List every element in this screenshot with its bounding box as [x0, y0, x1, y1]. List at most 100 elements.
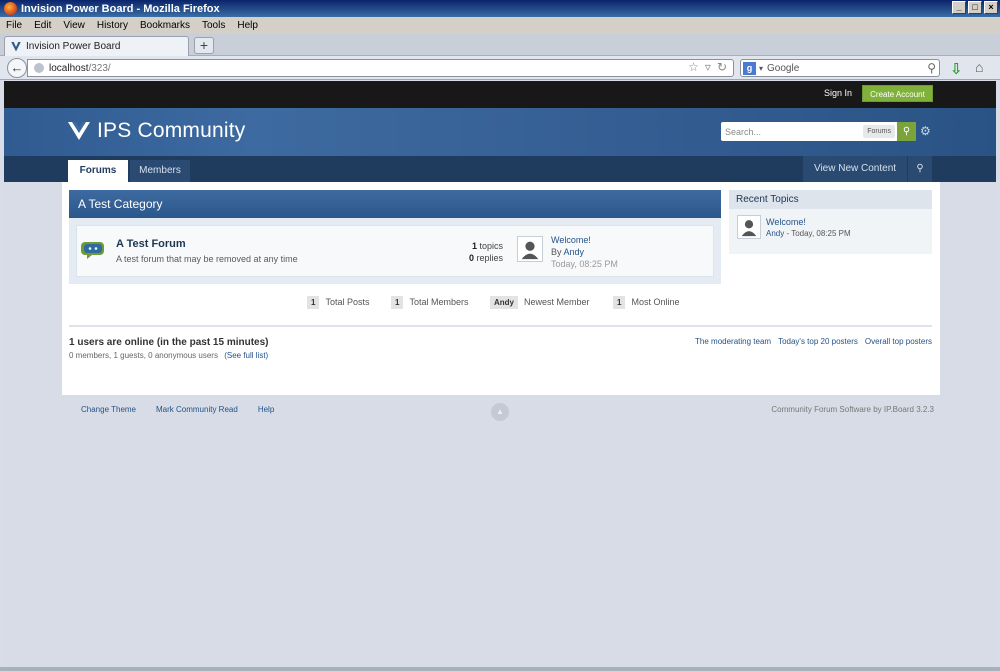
last-post-info: Welcome! By Andy Today, 08:25 PM	[551, 234, 618, 270]
back-button[interactable]: ←	[7, 58, 27, 78]
recent-topic-time: - Today, 08:25 PM	[784, 229, 851, 238]
forum-row: A Test Forum A test forum that may be re…	[76, 225, 714, 277]
recent-topic-avatar[interactable]	[737, 215, 761, 239]
last-post-by-prefix: By	[551, 247, 562, 257]
menu-tools[interactable]: Tools	[202, 20, 225, 31]
last-post-author[interactable]: Andy	[564, 247, 585, 257]
sign-in-link[interactable]: Sign In	[824, 88, 852, 98]
topics-count: 1	[471, 241, 477, 251]
main-content: A Test Category A Test Forum A test foru…	[62, 182, 940, 395]
board-stats: 1 Total Posts 1 Total Members Andy Newes…	[62, 295, 940, 313]
new-tab-button[interactable]: +	[194, 37, 214, 54]
window-titlebar: Invision Power Board - Mozilla Firefox _…	[0, 0, 1000, 17]
moderating-team-link[interactable]: The moderating team	[695, 337, 771, 346]
create-account-button[interactable]: Create Account	[862, 85, 933, 102]
menu-help[interactable]: Help	[237, 20, 258, 31]
magnifier-icon[interactable]: ⚲	[927, 61, 936, 75]
topics-label: topics	[479, 241, 503, 251]
last-poster-avatar[interactable]	[517, 236, 543, 262]
search-submit-icon[interactable]: ⚲	[897, 122, 916, 141]
stat-value[interactable]: Andy	[490, 295, 518, 309]
category-title[interactable]: A Test Category	[69, 190, 721, 218]
browser-tab[interactable]: Invision Power Board	[4, 36, 189, 56]
change-theme-link[interactable]: Change Theme	[81, 405, 136, 414]
forum-title[interactable]: A Test Forum	[116, 238, 186, 250]
url-bar-icons: ☆ ▿ ↻	[688, 60, 727, 74]
url-path: /323/	[88, 62, 111, 74]
maximize-button[interactable]: □	[968, 1, 982, 14]
window-bottom-border	[0, 667, 1000, 671]
recent-topic-author[interactable]: Andy	[766, 229, 784, 238]
stat-value: 1	[391, 295, 404, 309]
browser-tab-title: Invision Power Board	[26, 41, 121, 52]
search-scope-selector[interactable]: Forums	[863, 125, 895, 138]
last-post-time: Today, 08:25 PM	[551, 259, 618, 269]
menu-file[interactable]: File	[6, 20, 22, 31]
bookmark-star-icon[interactable]: ☆	[688, 60, 699, 74]
primary-nav: Forums Members View New Content ⚲	[4, 156, 996, 182]
forum-description: A test forum that may be removed at any …	[116, 254, 298, 264]
stat-value: 1	[613, 295, 626, 309]
menu-bar: File Edit View History Bookmarks Tools H…	[0, 17, 1000, 34]
online-links: The moderating team Today's top 20 poste…	[695, 337, 932, 346]
see-full-list-link[interactable]: (See full list)	[224, 351, 268, 360]
url-bar[interactable]: localhost/323/ ☆ ▿ ↻	[27, 59, 734, 77]
back-to-top-icon[interactable]: ▲	[491, 403, 509, 421]
site-identity-icon[interactable]	[34, 63, 44, 73]
firefox-icon	[4, 2, 17, 15]
online-users-title: 1 users are online (in the past 15 minut…	[69, 337, 269, 348]
home-icon[interactable]: ⌂	[975, 59, 983, 75]
user-bar: Sign In Create Account	[4, 81, 996, 108]
menu-view[interactable]: View	[63, 20, 85, 31]
stat-label: Most Online	[631, 297, 680, 307]
replies-label: replies	[476, 253, 503, 263]
help-link[interactable]: Help	[258, 405, 274, 414]
top-posters-today-link[interactable]: Today's top 20 posters	[778, 337, 858, 346]
browser-search-bar[interactable]: g ▾ Google ⚲	[740, 59, 940, 77]
view-new-content-link[interactable]: View New Content	[803, 156, 907, 182]
site-search-input[interactable]: Search...	[721, 127, 863, 137]
recent-topic-meta: Andy - Today, 08:25 PM	[766, 229, 851, 238]
copyright-text[interactable]: Community Forum Software by IP.Board 3.2…	[771, 405, 934, 414]
navigation-toolbar: ← localhost/323/ ☆ ▿ ↻ g ▾ Google ⚲ ⇩ ⌂	[0, 56, 1000, 80]
site-name[interactable]: IPS Community	[97, 119, 245, 143]
tab-members[interactable]: Members	[130, 160, 190, 182]
recent-topic-title[interactable]: Welcome!	[766, 217, 806, 227]
last-post-title[interactable]: Welcome!	[551, 234, 618, 246]
ips-logo-icon[interactable]	[68, 122, 90, 140]
download-icon[interactable]: ⇩	[950, 60, 963, 78]
mark-community-read-link[interactable]: Mark Community Read	[156, 405, 238, 414]
minimize-button[interactable]: _	[952, 1, 966, 14]
engine-dropdown-icon[interactable]: ▾	[759, 64, 763, 73]
overall-top-posters-link[interactable]: Overall top posters	[865, 337, 932, 346]
menu-history[interactable]: History	[97, 20, 128, 31]
stat-label: Total Posts	[325, 297, 370, 307]
site-search: Search... Forums ⚲	[721, 122, 916, 141]
tab-forums[interactable]: Forums	[68, 160, 128, 182]
url-history-dropdown-icon[interactable]: ▿	[705, 60, 711, 74]
close-button[interactable]: ×	[984, 1, 998, 14]
stat-label: Newest Member	[524, 297, 590, 307]
category-forums: A Test Forum A test forum that may be re…	[69, 218, 721, 284]
menu-edit[interactable]: Edit	[34, 20, 51, 31]
stat-total-posts: 1 Total Posts	[307, 295, 369, 309]
section-divider	[69, 325, 932, 327]
footer-links: Change Theme Mark Community Read Help	[81, 405, 274, 414]
recent-topics-list: Welcome! Andy - Today, 08:25 PM	[729, 209, 932, 254]
advanced-search-gear-icon[interactable]: ⚙	[920, 124, 931, 138]
google-engine-icon[interactable]: g	[743, 61, 756, 75]
stat-label: Total Members	[409, 297, 469, 307]
url-host: localhost	[49, 62, 89, 74]
window-title: Invision Power Board - Mozilla Firefox	[21, 2, 220, 15]
stat-total-members: 1 Total Members	[391, 295, 468, 309]
menu-bookmarks[interactable]: Bookmarks	[140, 20, 190, 31]
reload-icon[interactable]: ↻	[717, 60, 727, 74]
ipb-favicon-icon	[11, 41, 21, 52]
map-pin-icon[interactable]: ⚲	[908, 156, 932, 182]
stat-most-online: 1 Most Online	[613, 295, 679, 309]
tab-bar: Invision Power Board +	[0, 34, 1000, 56]
stat-value: 1	[307, 295, 320, 309]
forum-read-status-icon	[81, 242, 104, 259]
stat-newest-member: Andy Newest Member	[490, 295, 590, 309]
forum-stats: 1 topics 0 replies	[455, 240, 503, 264]
